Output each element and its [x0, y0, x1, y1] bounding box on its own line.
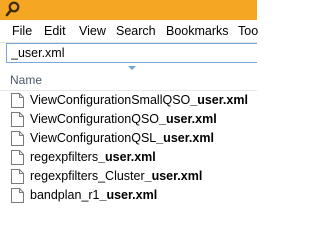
- document-icon: [11, 112, 24, 127]
- file-name: ViewConfigurationSmallQSO_user.xml: [30, 93, 248, 108]
- menu-tools[interactable]: Too: [238, 23, 258, 39]
- file-name-prefix: ViewConfigurationSmallQSO: [30, 93, 191, 107]
- file-name-match: _user.xml: [156, 131, 214, 145]
- file-row[interactable]: regexpfilters_Cluster_user.xml: [0, 167, 257, 186]
- file-name: regexpfilters_Cluster_user.xml: [30, 169, 202, 184]
- sort-indicator-icon: [128, 66, 136, 70]
- document-icon: [11, 131, 24, 146]
- file-name-match: _user.xml: [144, 169, 203, 183]
- file-name: bandplan_r1_user.xml: [30, 188, 157, 203]
- menu-edit[interactable]: Edit: [44, 23, 66, 39]
- file-name-match: _user.xml: [190, 93, 248, 107]
- title-bar: [0, 0, 257, 20]
- search-input[interactable]: [11, 45, 251, 61]
- file-name-prefix: regexpfilters: [30, 150, 99, 164]
- search-magnifier-icon: [5, 1, 21, 17]
- search-box: [6, 43, 257, 63]
- file-name: ViewConfigurationQSO_user.xml: [30, 112, 217, 127]
- file-row[interactable]: ViewConfigurationQSL_user.xml: [0, 129, 257, 148]
- column-header-label: Name: [10, 73, 43, 87]
- file-name-match: _user.xml: [99, 188, 158, 202]
- file-row[interactable]: ViewConfigurationSmallQSO_user.xml: [0, 91, 257, 110]
- file-name: ViewConfigurationQSL_user.xml: [30, 131, 214, 146]
- file-name-prefix: regexpfilters_Cluster: [30, 169, 145, 183]
- file-row[interactable]: regexpfilters_user.xml: [0, 148, 257, 167]
- file-name-match: _user.xml: [159, 112, 217, 126]
- file-name: regexpfilters_user.xml: [30, 150, 156, 165]
- document-icon: [11, 150, 24, 165]
- menu-search[interactable]: Search: [116, 23, 156, 39]
- menu-file[interactable]: File: [12, 23, 32, 39]
- menu-bar: File Edit View Search Bookmarks Too: [0, 20, 258, 43]
- file-name-prefix: bandplan_r1: [30, 188, 100, 202]
- file-name-prefix: ViewConfigurationQSL: [30, 131, 157, 145]
- document-icon: [11, 93, 24, 108]
- column-header-name[interactable]: Name: [0, 71, 257, 91]
- file-name-prefix: ViewConfigurationQSO: [30, 112, 160, 126]
- file-row[interactable]: bandplan_r1_user.xml: [0, 186, 257, 205]
- menu-bookmarks[interactable]: Bookmarks: [166, 23, 229, 39]
- document-icon: [11, 169, 24, 184]
- menu-view[interactable]: View: [79, 23, 106, 39]
- document-icon: [11, 188, 24, 203]
- file-name-match: _user.xml: [98, 150, 156, 164]
- file-row[interactable]: ViewConfigurationQSO_user.xml: [0, 110, 257, 129]
